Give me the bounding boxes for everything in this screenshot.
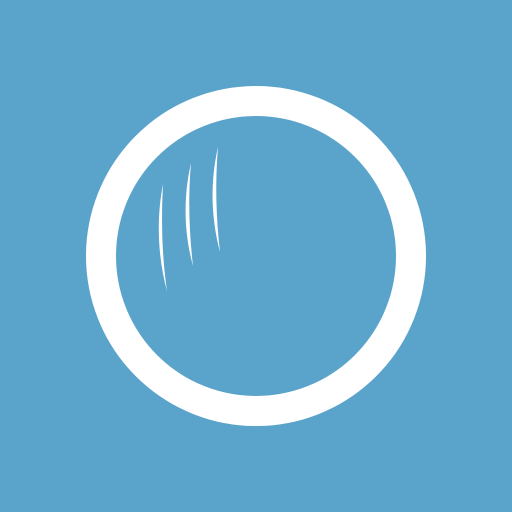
icon-background [0, 0, 512, 512]
lens-icon [0, 0, 512, 512]
